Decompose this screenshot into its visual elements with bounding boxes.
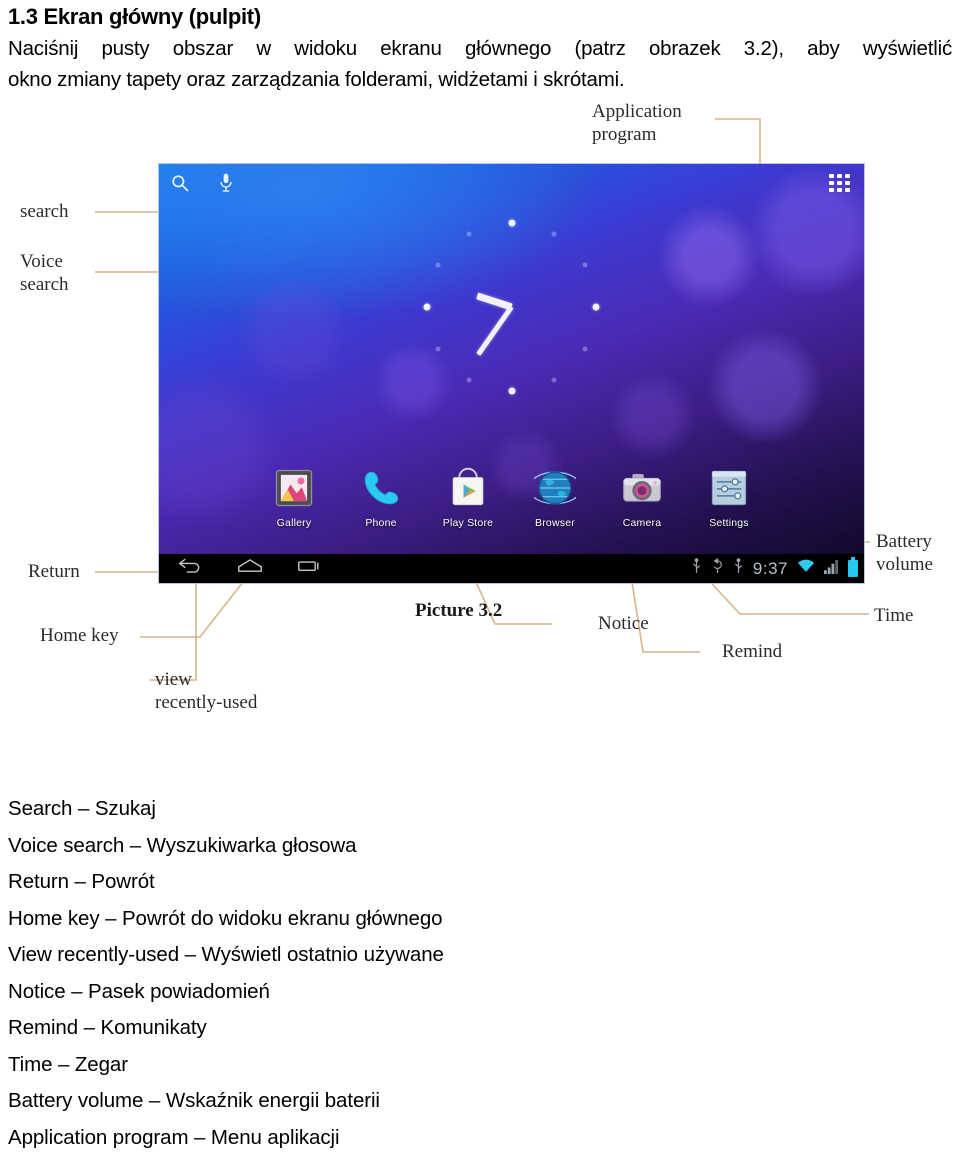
grid-dot xyxy=(837,181,842,185)
recent-apps-icon[interactable] xyxy=(297,558,323,579)
app-shortcut-play-store[interactable]: Play Store xyxy=(425,463,511,529)
clock-minute-hand xyxy=(476,305,514,356)
grid-dot xyxy=(845,188,850,192)
clock-tick-8 xyxy=(435,346,441,352)
app-shortcut-phone[interactable]: Phone xyxy=(338,463,424,529)
glossary-item: View recently-used – Wyświetl ostatnio u… xyxy=(8,943,444,966)
glossary-item: Home key – Powrót do widoku ekranu główn… xyxy=(8,906,443,930)
grid-dot xyxy=(837,188,842,192)
search-widget[interactable] xyxy=(170,173,234,198)
clock-tick-6 xyxy=(508,387,515,395)
app-shortcut-settings[interactable]: Settings xyxy=(686,463,772,529)
clock-tick-9 xyxy=(423,303,431,311)
gallery-icon xyxy=(251,463,337,513)
back-arrow-icon[interactable] xyxy=(177,558,203,579)
android-home-screen-screenshot: Gallery Phone Play Store Browser Camera … xyxy=(159,164,864,583)
app-shortcut-row: Gallery Phone Play Store Browser Camera … xyxy=(251,451,772,529)
intro-paragraph-line-1: Naciśnij pusty obszar w widoku ekranu gł… xyxy=(8,37,952,60)
status-bar-icons: 9:37 xyxy=(691,557,858,580)
clock-tick-5 xyxy=(551,377,557,383)
grid-dot xyxy=(845,174,850,178)
grid-dot xyxy=(845,181,850,185)
glossary-list: Search – Szukaj Voice search – Wyszukiwa… xyxy=(8,791,952,1156)
glossary-item: Battery volume – Wskaźnik energii bateri… xyxy=(8,1089,380,1112)
navigation-keys xyxy=(177,558,323,579)
app-shortcut-camera[interactable]: Camera xyxy=(599,463,685,529)
navigation-status-bar: 9:37 xyxy=(159,554,864,583)
camera-icon xyxy=(599,463,685,513)
glossary-item: Voice search – Wyszukiwarka głosowa xyxy=(8,833,357,857)
settings-sliders-icon xyxy=(686,463,772,513)
microphone-icon[interactable] xyxy=(218,173,234,198)
wifi-icon xyxy=(797,559,815,578)
clock-tick-11 xyxy=(466,231,472,237)
search-icon[interactable] xyxy=(170,173,190,198)
clock-tick-12 xyxy=(508,219,515,227)
glossary-item: Search – Szukaj xyxy=(8,797,156,820)
glossary-item: Return – Powrót xyxy=(8,870,155,893)
signal-bars-icon xyxy=(824,559,839,579)
clock-tick-10 xyxy=(435,262,441,268)
usb-icon xyxy=(733,557,744,580)
annotation-label-return: Return xyxy=(28,561,80,582)
status-bar-clock: 9:37 xyxy=(752,558,788,578)
glossary-item: Notice – Pasek powiadomień xyxy=(8,979,270,1003)
clock-tick-3 xyxy=(592,303,600,311)
battery-icon xyxy=(848,557,858,577)
grid-dot xyxy=(829,188,834,192)
intro-paragraph-line-2: okno zmiany tapety oraz zarządzania fold… xyxy=(8,68,625,91)
figure-annotated-home-screen: search Voice search Return Home key view… xyxy=(0,92,960,752)
annotation-label-home-key: Home key xyxy=(40,625,119,646)
glossary-item: Application program – Menu aplikacji xyxy=(8,1125,340,1149)
annotation-label-voice-search: Voice search xyxy=(20,251,69,295)
annotation-label-notice: Notice xyxy=(598,613,649,634)
figure-caption: Picture 3.2 xyxy=(415,600,503,621)
phone-icon xyxy=(338,463,424,513)
page-title: 1.3 Ekran główny (pulpit) xyxy=(8,4,261,29)
clock-tick-7 xyxy=(466,377,472,383)
annotation-label-application-program: Application program xyxy=(592,101,682,145)
app-grid-icon[interactable] xyxy=(829,174,851,192)
usb-debug-icon xyxy=(711,557,724,580)
app-shortcut-gallery[interactable]: Gallery xyxy=(251,463,337,529)
annotation-label-search: search xyxy=(20,201,69,222)
app-shortcut-browser[interactable]: Browser xyxy=(512,463,598,529)
glossary-item: Remind – Komunikaty xyxy=(8,1016,207,1039)
glossary-item: Time – Zegar xyxy=(8,1052,128,1076)
app-label: Gallery xyxy=(276,517,312,529)
clock-tick-2 xyxy=(582,262,588,268)
analog-clock-widget[interactable] xyxy=(423,219,600,395)
app-label: Camera xyxy=(622,517,662,529)
grid-dot xyxy=(829,181,834,185)
annotation-label-view-recently-used: view recently-used xyxy=(155,669,258,713)
browser-globe-icon xyxy=(512,463,598,513)
annotation-label-remind: Remind xyxy=(722,641,783,662)
grid-dot xyxy=(837,174,842,178)
app-label: Settings xyxy=(709,517,749,529)
app-label: Play Store xyxy=(442,517,494,529)
app-label: Phone xyxy=(365,517,397,529)
annotation-label-battery-volume: Battery volume xyxy=(876,531,933,575)
intro-paragraph: Naciśnij pusty obszar w widoku ekranu gł… xyxy=(8,33,952,95)
home-icon[interactable] xyxy=(237,558,263,579)
grid-dot xyxy=(829,174,834,178)
usb-icon xyxy=(691,557,702,580)
app-label: Browser xyxy=(535,517,575,529)
clock-tick-4 xyxy=(582,346,588,352)
play-store-icon xyxy=(425,463,511,513)
annotation-label-time: Time xyxy=(874,605,914,626)
clock-tick-1 xyxy=(551,231,557,237)
